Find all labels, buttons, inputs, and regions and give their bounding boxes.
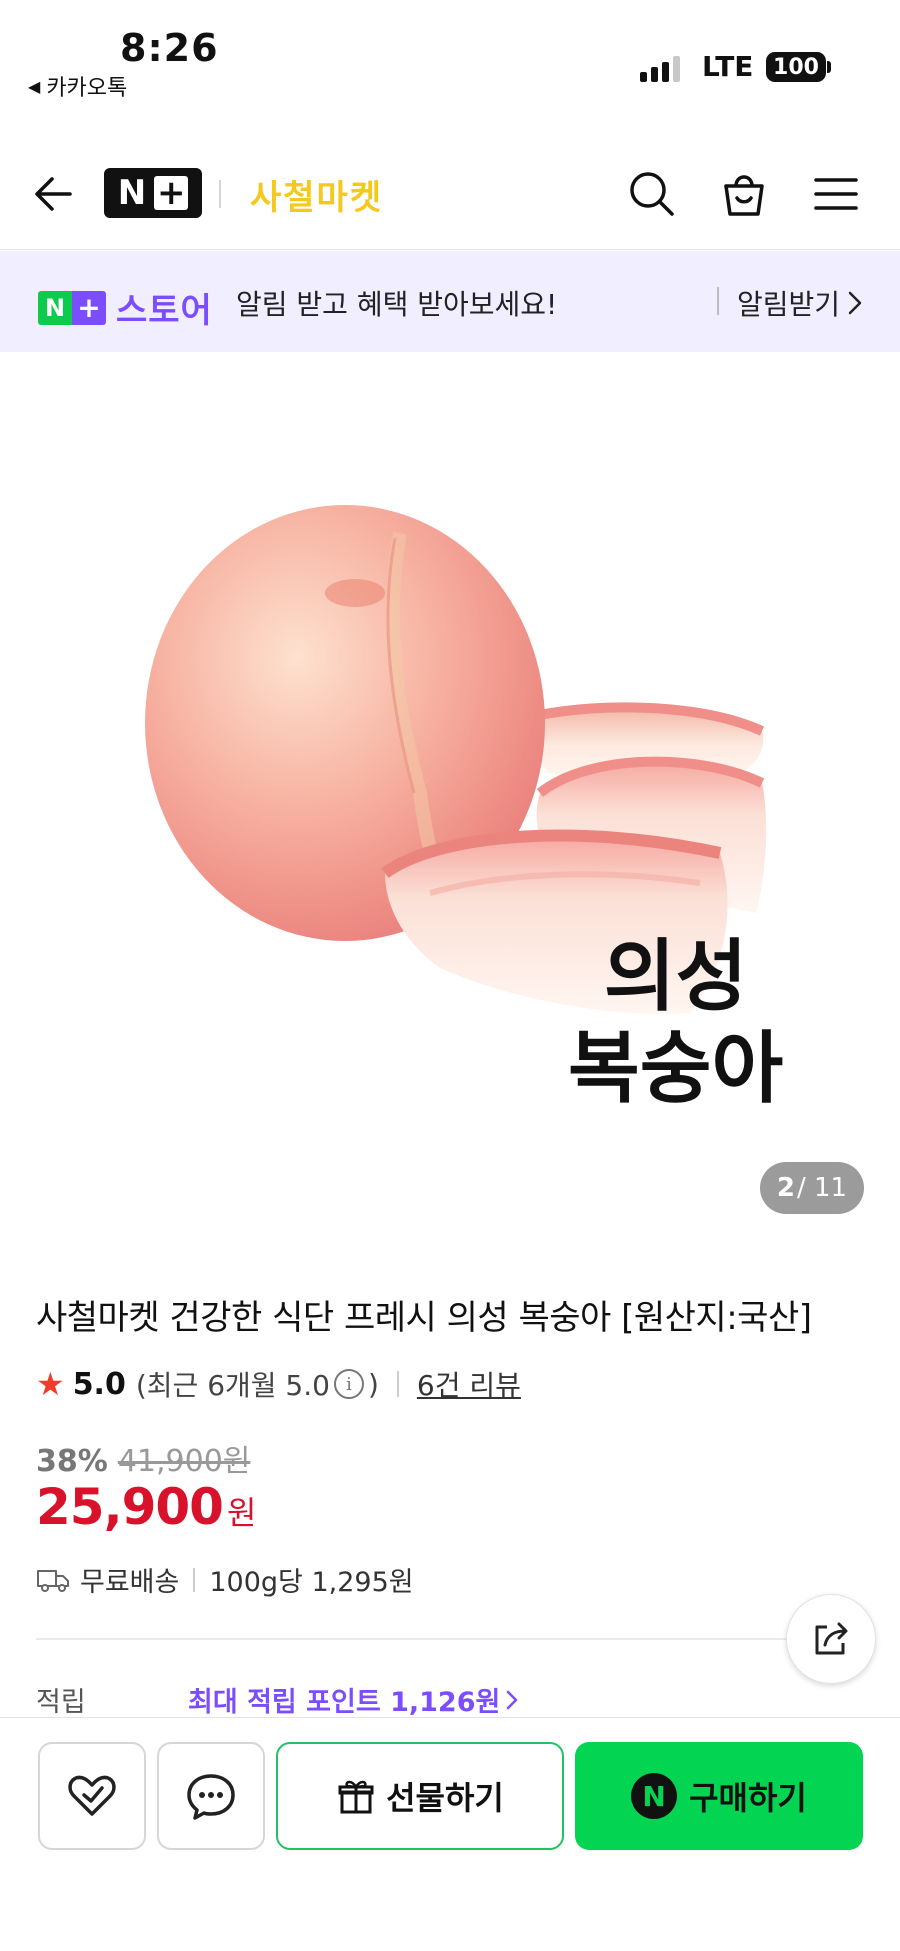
network-type: LTE [702, 50, 754, 83]
battery-tip [827, 61, 831, 73]
back-app-label: 카카오톡 [46, 76, 128, 101]
image-caption-line1: 의성 [603, 932, 748, 1022]
delivery-row: 무료배송 100g당 1,295원 [36, 1560, 414, 1599]
chat-bubble-icon [187, 1774, 235, 1820]
points-label: 적립 [36, 1687, 86, 1718]
chat-button[interactable] [157, 1742, 265, 1850]
rating-row: ★ 5.0 (최근 6개월 5.0 i ) 6건 리뷰 [36, 1364, 521, 1404]
nplus-n-badge: N [38, 290, 72, 325]
heart-check-icon [68, 1775, 116, 1816]
nplus-logo[interactable]: N + [104, 168, 202, 218]
shopping-bag-icon [724, 175, 764, 216]
arrow-left-icon [35, 177, 72, 211]
subscribe-alert-label: 알림받기 [737, 288, 841, 321]
back-to-app-link[interactable]: ◀ 카카오톡 [28, 70, 127, 102]
price-row: 25,900 원 [36, 1478, 256, 1536]
delivery-divider [193, 1567, 196, 1592]
recent-rating-close: ) [367, 1367, 379, 1401]
search-icon [630, 172, 674, 216]
price-unit: 원 [226, 1494, 257, 1532]
store-header: N + 사철마켓 [0, 140, 900, 250]
store-name[interactable]: 사철마켓 [250, 170, 383, 219]
section-divider [36, 1638, 790, 1640]
subscribe-alert-link[interactable]: 알림받기 [737, 283, 864, 323]
naver-pay-n-icon: N [631, 1773, 678, 1819]
image-current-index: 2 [776, 1173, 795, 1203]
recent-rating: (최근 6개월 5.0 [135, 1369, 330, 1402]
status-time: 8:26 [120, 26, 219, 70]
logo-n: N [117, 173, 147, 213]
discount-row: 38% 41,900원 [36, 1436, 250, 1480]
image-total-count: / 11 [796, 1173, 848, 1203]
cart-button[interactable] [718, 168, 770, 220]
star-icon: ★ [36, 1365, 65, 1403]
rating-divider [396, 1371, 399, 1397]
back-triangle-icon: ◀ [28, 76, 41, 96]
buy-button[interactable]: N 구매하기 [575, 1742, 863, 1850]
notice-divider [717, 287, 719, 315]
delivery-truck-icon [37, 1569, 69, 1592]
rating-score: 5.0 [72, 1366, 126, 1402]
notice-text: 알림 받고 혜택 받아보세요! [236, 288, 558, 321]
logo-plus: + [154, 176, 189, 210]
notification-banner[interactable]: N + 스토어 알림 받고 혜택 받아보세요! 알림받기 [0, 251, 900, 352]
points-value: 최대 적립 포인트 1,126원 [188, 1687, 501, 1718]
nplus-store-text: 스토어 [116, 291, 213, 331]
buy-label: 구매하기 [689, 1779, 807, 1817]
nplus-plus-badge: + [72, 290, 106, 325]
image-caption: 의성 복숭아 [568, 931, 783, 1115]
share-icon [815, 1622, 848, 1655]
nplus-store-logo: N + 스토어 [38, 283, 213, 332]
image-caption-line2: 복숭아 [568, 1024, 784, 1114]
discount-rate: 38% [36, 1444, 108, 1479]
back-button[interactable] [30, 170, 78, 218]
chevron-right-icon [848, 291, 862, 315]
sale-price: 25,900 [36, 1478, 224, 1536]
product-title: 사철마켓 건강한 식단 프레시 의성 복숭아 [원산지:국산] [36, 1298, 812, 1338]
points-link[interactable]: 최대 적립 포인트 1,126원 [188, 1680, 520, 1719]
logo-divider [219, 180, 221, 208]
gift-button[interactable]: 선물하기 [276, 1742, 564, 1850]
points-row: 적립 최대 적립 포인트 1,126원 [36, 1680, 520, 1719]
product-image-carousel[interactable]: 의성 복숭아 [0, 353, 900, 1233]
gift-label: 선물하기 [386, 1779, 504, 1817]
info-icon[interactable]: i [333, 1369, 364, 1399]
review-count-link[interactable]: 6건 리뷰 [417, 1364, 521, 1404]
purchase-bar: 선물하기 N 구매하기 [0, 1717, 900, 1951]
signal-icon [640, 56, 680, 82]
unit-price: 100g당 1,295원 [209, 1567, 414, 1598]
search-button[interactable] [626, 168, 678, 220]
share-button[interactable] [786, 1594, 876, 1684]
menu-button[interactable] [810, 168, 862, 220]
hamburger-menu-icon [814, 178, 858, 210]
wishlist-button[interactable] [38, 1742, 146, 1850]
chevron-right-icon [507, 1690, 518, 1709]
delivery-label: 무료배송 [80, 1567, 180, 1598]
status-bar: 8:26 ◀ 카카오톡 LTE 100 [0, 0, 900, 110]
original-price: 41,900원 [117, 1444, 251, 1479]
battery-icon: 100 [766, 52, 826, 82]
image-page-counter: 2 / 11 [760, 1162, 864, 1214]
gift-icon [338, 1780, 374, 1814]
